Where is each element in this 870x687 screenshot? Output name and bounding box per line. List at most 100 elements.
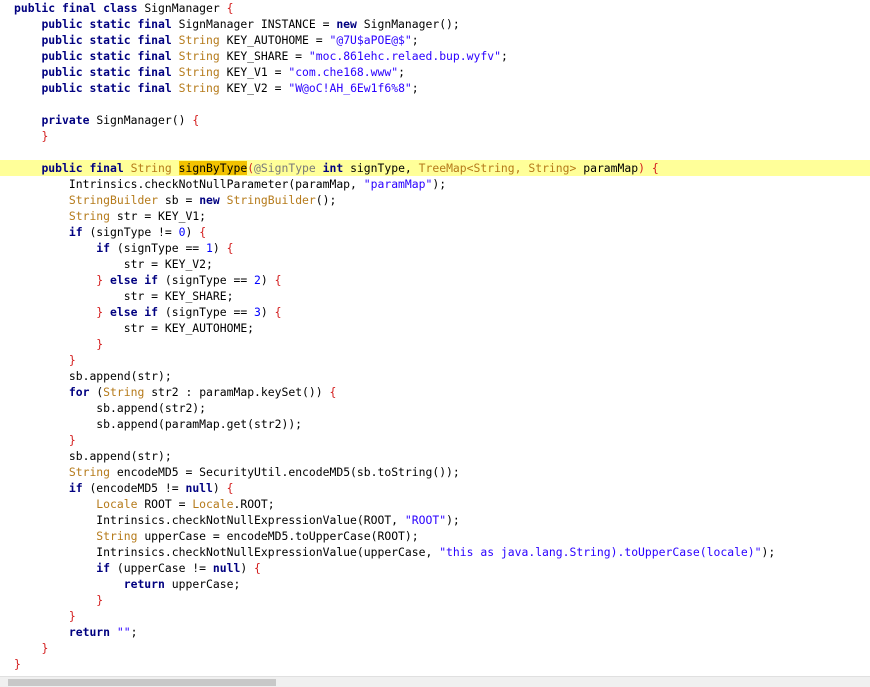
code-token: upperCase = encodeMD5.toUpperCase(ROOT);: [144, 529, 419, 543]
code-token: String: [68, 209, 117, 223]
code-token: public static final: [41, 33, 179, 47]
code-lines: public final class SignManager { public …: [0, 0, 870, 672]
code-token: );: [432, 177, 447, 191]
code-line: }: [0, 592, 870, 608]
code-token: }: [14, 657, 21, 671]
code-token: }: [96, 273, 111, 287]
code-token: public final: [41, 161, 131, 175]
code-token: Locale: [192, 497, 234, 511]
code-token: if: [68, 225, 90, 239]
code-token: {: [274, 273, 282, 287]
code-token: str = KEY_V2;: [123, 257, 213, 271]
code-token: (signType ==: [164, 305, 255, 319]
code-token: KEY_V2 =: [226, 81, 289, 95]
code-line: String encodeMD5 = SecurityUtil.encodeMD…: [0, 464, 870, 480]
code-line: return "";: [0, 624, 870, 640]
code-token: Intrinsics.checkNotNullExpressionValue(u…: [96, 545, 440, 559]
code-line: public final String signByType(@SignType…: [0, 160, 870, 176]
code-token: Locale: [96, 497, 145, 511]
code-line: }: [0, 352, 870, 368]
code-line: } else if (signType == 2) {: [0, 272, 870, 288]
code-token: sb.append(str2);: [96, 401, 207, 415]
code-token: Intrinsics.checkNotNullExpressionValue(R…: [96, 513, 405, 527]
code-line: private SignManager() {: [0, 112, 870, 128]
code-token: {: [192, 113, 200, 127]
code-token: (signType ==: [164, 273, 255, 287]
code-token: ): [240, 561, 255, 575]
code-token: (upperCase !=: [116, 561, 213, 575]
code-line: }: [0, 128, 870, 144]
code-token: ;: [398, 65, 405, 79]
code-token: sb.append(paramMap.get(str2));: [96, 417, 303, 431]
code-token: str2 : paramMap.keySet()): [151, 385, 330, 399]
code-token: ;: [500, 49, 508, 63]
code-line: }: [0, 608, 870, 624]
code-token: sb.append(str);: [68, 369, 172, 383]
code-token: (signType !=: [89, 225, 179, 239]
code-line: Intrinsics.checkNotNullExpressionValue(R…: [0, 512, 870, 528]
code-token: 2: [254, 273, 261, 287]
code-line: sb.append(str);: [0, 368, 870, 384]
code-token: StringBuilder: [226, 193, 316, 207]
code-token: if: [96, 241, 117, 255]
code-line: str = KEY_AUTOHOME;: [0, 320, 870, 336]
code-line: ​: [0, 144, 870, 160]
code-token: {: [329, 385, 337, 399]
code-token: SignManager: [144, 1, 227, 15]
code-token: null: [185, 481, 213, 495]
code-token: public static final: [41, 49, 179, 63]
code-token: sb =: [164, 193, 200, 207]
code-token: );: [446, 513, 460, 527]
code-editor[interactable]: public final class SignManager { public …: [0, 0, 870, 676]
code-line: public static final String KEY_AUTOHOME …: [0, 32, 870, 48]
code-token: (signType ==: [116, 241, 207, 255]
code-token: SignManager(): [96, 113, 193, 127]
code-line: for (String str2 : paramMap.keySet()) {: [0, 384, 870, 400]
code-token: KEY_V1 =: [226, 65, 289, 79]
code-token: if: [96, 561, 117, 575]
code-token: public static final: [41, 81, 179, 95]
code-token: String: [178, 65, 227, 79]
code-line: ​: [0, 96, 870, 112]
code-token: public final class: [14, 1, 145, 15]
code-token: "this as java.lang.String).toUpperCase(l…: [439, 545, 762, 559]
code-line: sb.append(str2);: [0, 400, 870, 416]
code-token: "com.che168.www": [288, 65, 399, 79]
code-line: }: [0, 336, 870, 352]
code-line: StringBuilder sb = new StringBuilder();: [0, 192, 870, 208]
code-token: paramMap: [583, 161, 639, 175]
code-token: if: [68, 481, 90, 495]
code-token: {: [274, 305, 282, 319]
code-token: new: [199, 193, 227, 207]
scrollbar-thumb[interactable]: [8, 679, 276, 686]
code-token: String: [68, 465, 117, 479]
code-token: @SignType: [254, 161, 323, 175]
code-token: {: [254, 561, 261, 575]
code-token: ;: [411, 81, 419, 95]
code-token: KEY_SHARE =: [226, 49, 309, 63]
code-token: {: [226, 241, 234, 255]
code-token: {: [226, 481, 234, 495]
code-token: }: [96, 337, 104, 351]
code-token: }: [68, 609, 76, 623]
horizontal-scrollbar[interactable]: [0, 676, 870, 687]
